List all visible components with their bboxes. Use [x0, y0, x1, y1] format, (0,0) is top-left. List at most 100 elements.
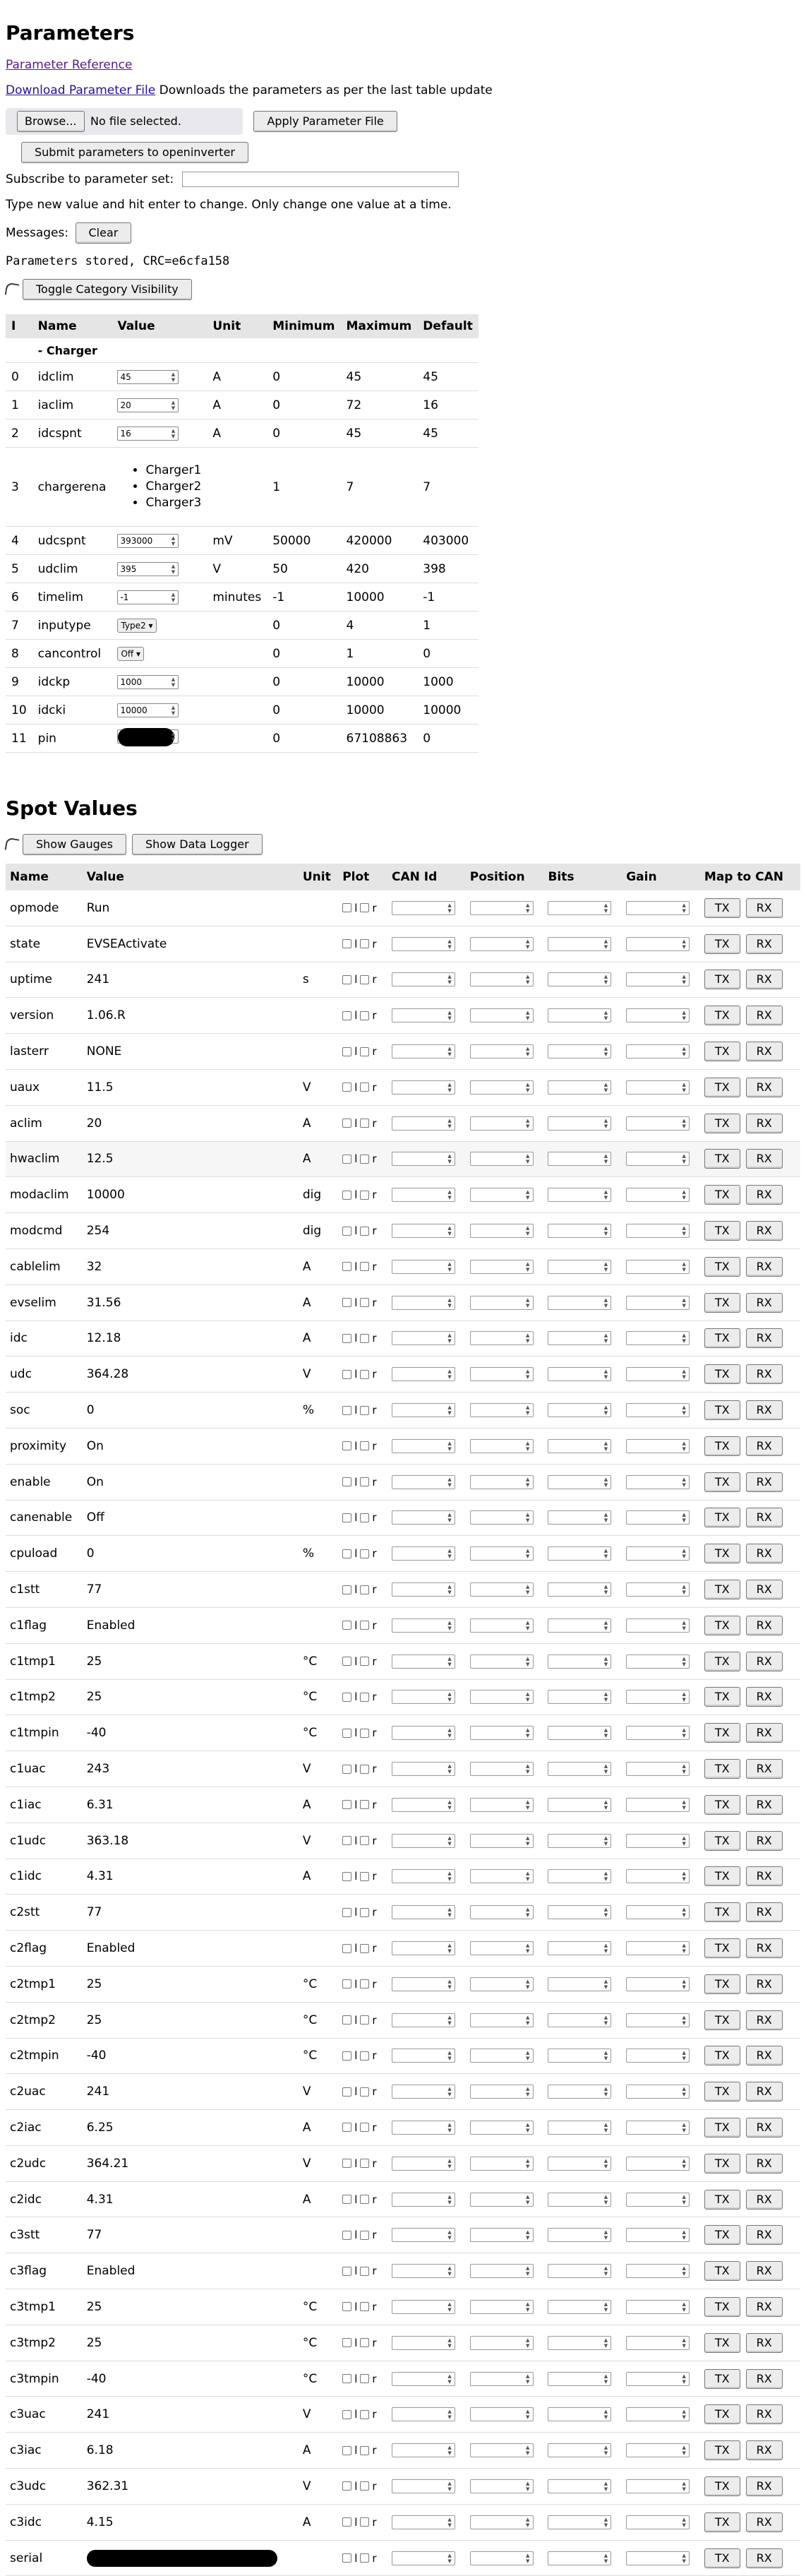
plot-right-checkbox[interactable]	[360, 1083, 370, 1092]
position-input[interactable]: ▲ ▼	[469, 1654, 534, 1669]
tx-button[interactable]: TX	[704, 1149, 740, 1169]
param-select[interactable]: Type2	[117, 619, 157, 633]
gain-input[interactable]: ▲ ▼	[626, 1403, 690, 1418]
plot-left-checkbox[interactable]	[342, 939, 352, 949]
spinner-arrows-icon[interactable]: ▲ ▼	[169, 731, 177, 742]
plot-right-checkbox[interactable]	[360, 1657, 370, 1666]
bits-input[interactable]: ▲ ▼	[548, 1546, 612, 1561]
bits-input[interactable]: ▲ ▼	[548, 2299, 612, 2314]
tx-button[interactable]: TX	[704, 1615, 740, 1635]
plot-left-checkbox[interactable]	[342, 1369, 352, 1379]
spinner-arrows-icon[interactable]: ▲ ▼	[524, 2158, 532, 2169]
gain-input[interactable]: ▲ ▼	[626, 1295, 690, 1310]
bits-input[interactable]: ▲ ▼	[548, 1976, 612, 1991]
spinner-arrows-icon[interactable]: ▲ ▼	[524, 902, 532, 914]
spinner-arrows-icon[interactable]: ▲ ▼	[680, 1010, 688, 1021]
gain-input[interactable]: ▲ ▼	[626, 2407, 690, 2422]
bits-input[interactable]: ▲ ▼	[548, 2515, 612, 2529]
plot-right-checkbox[interactable]	[360, 2123, 370, 2133]
param-header-name[interactable]: Name	[32, 314, 112, 338]
rx-button[interactable]: RX	[745, 1400, 783, 1421]
spinner-arrows-icon[interactable]: ▲ ▼	[524, 2229, 532, 2241]
spinner-arrows-icon[interactable]: ▲ ▼	[680, 2158, 688, 2169]
rx-button[interactable]: RX	[745, 2404, 783, 2425]
can-id-input[interactable]: ▲ ▼	[392, 1833, 456, 1848]
spinner-arrows-icon[interactable]: ▲ ▼	[445, 1799, 454, 1811]
plot-left-checkbox[interactable]	[342, 1907, 352, 1917]
can-id-input[interactable]: ▲ ▼	[392, 1976, 456, 1991]
spinner-arrows-icon[interactable]: ▲ ▼	[524, 1368, 532, 1380]
tx-button[interactable]: TX	[704, 1077, 740, 1097]
position-input[interactable]: ▲ ▼	[469, 1403, 534, 1418]
tx-button[interactable]: TX	[704, 2404, 740, 2425]
tx-button[interactable]: TX	[704, 1902, 740, 1923]
spinner-arrows-icon[interactable]: ▲ ▼	[601, 1691, 610, 1703]
plot-left-checkbox[interactable]	[342, 2266, 352, 2276]
position-input[interactable]: ▲ ▼	[469, 936, 534, 951]
tx-button[interactable]: TX	[704, 898, 740, 918]
spinner-arrows-icon[interactable]: ▲ ▼	[680, 1835, 688, 1847]
plot-right-checkbox[interactable]	[360, 1405, 370, 1415]
plot-left-checkbox[interactable]	[342, 2517, 352, 2527]
position-input[interactable]: ▲ ▼	[469, 1080, 534, 1095]
spinner-arrows-icon[interactable]: ▲ ▼	[680, 1907, 688, 1918]
rx-button[interactable]: RX	[745, 1077, 783, 1097]
spinner-arrows-icon[interactable]: ▲ ▼	[601, 902, 610, 914]
plot-right-checkbox[interactable]	[360, 1836, 370, 1846]
spinner-arrows-icon[interactable]: ▲ ▼	[524, 2409, 532, 2420]
rx-button[interactable]: RX	[745, 2082, 783, 2102]
gain-input[interactable]: ▲ ▼	[626, 1044, 690, 1059]
plot-left-checkbox[interactable]	[342, 2445, 352, 2455]
tx-button[interactable]: TX	[704, 2153, 740, 2174]
spinner-arrows-icon[interactable]: ▲ ▼	[680, 1441, 688, 1452]
plot-left-checkbox[interactable]	[342, 1657, 352, 1666]
spinner-arrows-icon[interactable]: ▲ ▼	[445, 1943, 454, 1954]
spinner-arrows-icon[interactable]: ▲ ▼	[445, 2265, 454, 2277]
position-input[interactable]: ▲ ▼	[469, 1008, 534, 1023]
spinner-arrows-icon[interactable]: ▲ ▼	[524, 1225, 532, 1236]
rx-button[interactable]: RX	[745, 934, 783, 954]
spinner-arrows-icon[interactable]: ▲ ▼	[445, 1189, 454, 1200]
spinner-arrows-icon[interactable]: ▲ ▼	[601, 974, 610, 985]
spinner-arrows-icon[interactable]: ▲ ▼	[601, 2517, 610, 2528]
bits-input[interactable]: ▲ ▼	[548, 1510, 612, 1525]
bits-input[interactable]: ▲ ▼	[548, 1726, 612, 1741]
position-input[interactable]: ▲ ▼	[469, 2479, 534, 2493]
spinner-arrows-icon[interactable]: ▲ ▼	[680, 2373, 688, 2385]
plot-left-checkbox[interactable]	[342, 1871, 352, 1881]
category-charger[interactable]: - Charger	[32, 338, 479, 363]
spinner-arrows-icon[interactable]: ▲ ▼	[601, 1584, 610, 1595]
param-value-input[interactable]: 1000 ▲ ▼	[117, 675, 179, 689]
spinner-arrows-icon[interactable]: ▲ ▼	[445, 1835, 454, 1847]
can-id-input[interactable]: ▲ ▼	[392, 1690, 456, 1705]
plot-right-checkbox[interactable]	[360, 2195, 370, 2205]
spinner-arrows-icon[interactable]: ▲ ▼	[680, 1368, 688, 1380]
bits-input[interactable]: ▲ ▼	[548, 2335, 612, 2350]
param-header-default[interactable]: Default	[417, 314, 479, 338]
spot-header-plot[interactable]: Plot	[338, 864, 388, 890]
plot-right-checkbox[interactable]	[360, 2338, 370, 2348]
rx-button[interactable]: RX	[745, 1902, 783, 1923]
gain-input[interactable]: ▲ ▼	[626, 2120, 690, 2135]
spinner-arrows-icon[interactable]: ▲ ▼	[680, 1405, 688, 1416]
spinner-arrows-icon[interactable]: ▲ ▼	[680, 2050, 688, 2061]
position-input[interactable]: ▲ ▼	[469, 1546, 534, 1561]
spinner-arrows-icon[interactable]: ▲ ▼	[445, 2409, 454, 2420]
plot-left-checkbox[interactable]	[342, 2051, 352, 2061]
tx-button[interactable]: TX	[704, 2261, 740, 2282]
tx-button[interactable]: TX	[704, 1364, 740, 1385]
spinner-arrows-icon[interactable]: ▲ ▼	[601, 1261, 610, 1272]
plot-left-checkbox[interactable]	[342, 1154, 352, 1164]
position-input[interactable]: ▲ ▼	[469, 1905, 534, 1920]
spinner-arrows-icon[interactable]: ▲ ▼	[445, 1297, 454, 1308]
spinner-arrows-icon[interactable]: ▲ ▼	[445, 1979, 454, 1990]
spinner-arrows-icon[interactable]: ▲ ▼	[524, 2265, 532, 2277]
rx-button[interactable]: RX	[745, 2010, 783, 2030]
spinner-arrows-icon[interactable]: ▲ ▼	[680, 2301, 688, 2313]
param-option[interactable]: Charger1	[145, 463, 201, 479]
bits-input[interactable]: ▲ ▼	[548, 2120, 612, 2135]
position-input[interactable]: ▲ ▼	[469, 2192, 534, 2207]
bits-input[interactable]: ▲ ▼	[548, 1905, 612, 1920]
spinner-arrows-icon[interactable]: ▲ ▼	[445, 1584, 454, 1595]
spinner-arrows-icon[interactable]: ▲ ▼	[601, 1082, 610, 1093]
